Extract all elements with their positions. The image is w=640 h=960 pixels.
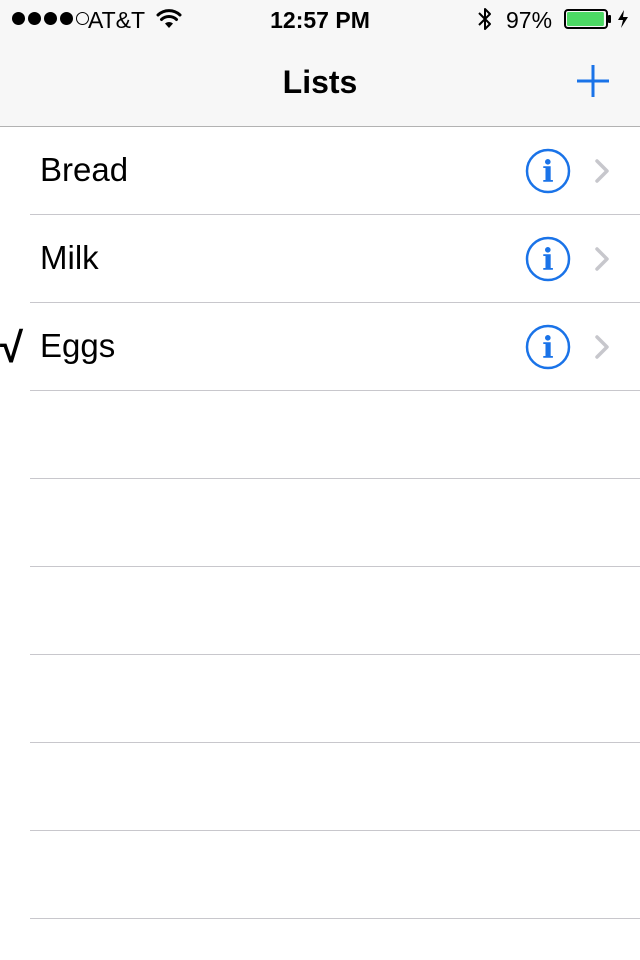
bluetooth-icon: [478, 8, 491, 30]
empty-row: [0, 831, 640, 919]
list-item-label: Milk: [40, 239, 99, 276]
lists-table: Bread i Milk i √ Eggs i: [0, 127, 640, 960]
list-item-label: Bread: [40, 151, 129, 188]
empty-row: [0, 479, 640, 567]
empty-row: [0, 743, 640, 831]
empty-row: [0, 567, 640, 655]
svg-text:i: i: [542, 243, 553, 278]
navigation-bar: AT&T 12:57 PM 97% Lists: [0, 0, 640, 127]
info-button[interactable]: i: [525, 236, 571, 282]
empty-row: [0, 391, 640, 479]
list-row[interactable]: Milk i: [0, 215, 640, 303]
charging-bolt-icon: [618, 10, 628, 28]
battery-icon: [564, 9, 611, 29]
chevron-right-icon: [595, 335, 609, 359]
info-button[interactable]: i: [525, 148, 571, 194]
checkmark-icon: √: [0, 324, 24, 371]
add-list-button[interactable]: [572, 60, 614, 102]
svg-text:i: i: [542, 331, 553, 366]
status-bar: AT&T 12:57 PM 97%: [0, 0, 640, 40]
list-row[interactable]: √ Eggs i: [0, 303, 640, 391]
plus-icon: [577, 65, 609, 97]
list-row[interactable]: Bread i: [0, 127, 640, 215]
battery-level: [567, 12, 604, 26]
page-title: Lists: [282, 64, 358, 100]
empty-row: [0, 655, 640, 743]
svg-text:i: i: [542, 155, 553, 190]
chevron-right-icon: [595, 159, 609, 183]
chevron-right-icon: [595, 247, 609, 271]
empty-row: [0, 919, 640, 960]
battery-percentage: 97%: [506, 7, 553, 33]
list-item-label: Eggs: [40, 327, 116, 364]
info-button[interactable]: i: [525, 324, 571, 370]
